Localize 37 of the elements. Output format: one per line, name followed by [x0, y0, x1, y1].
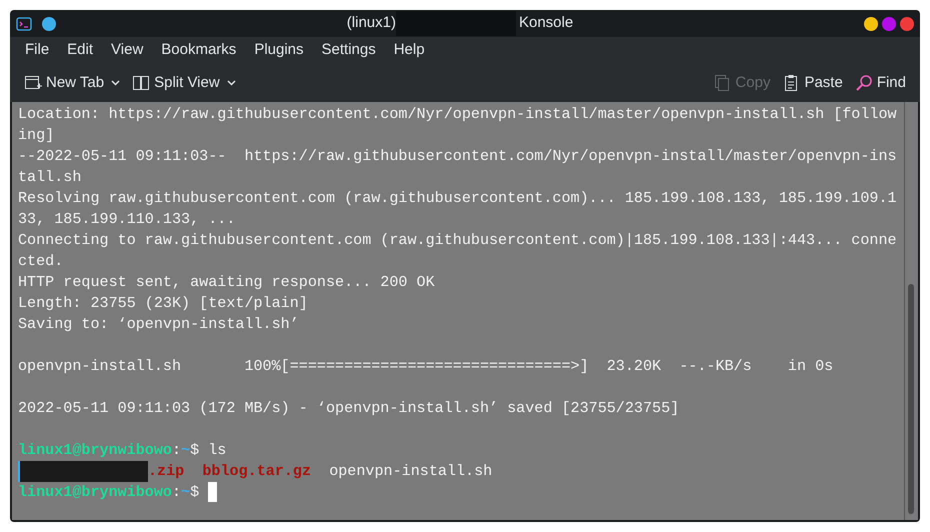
terminal-output-line: Location: https://raw.githubusercontent.com/Nyr/openvpn-install/master/openvpn-install.sh [follow: [18, 105, 897, 123]
toolbar-button[interactable]: Paste: [776, 70, 849, 96]
toolbar-button[interactable]: New Tab: [18, 70, 126, 96]
file-name: .zip: [148, 462, 184, 480]
prompt-path: ~: [181, 441, 190, 459]
prompt-path: ~: [181, 483, 190, 501]
menu-item[interactable]: Help: [384, 39, 434, 62]
file-name: openvpn-install.sh: [329, 462, 492, 480]
menu-item[interactable]: View: [102, 39, 152, 62]
file-name: bblog.tar.gz: [202, 462, 312, 480]
toolbar-button[interactable]: Split View: [126, 70, 242, 96]
terminal-output-line: tall.sh: [18, 168, 82, 186]
menu-item[interactable]: Settings: [312, 39, 385, 62]
terminal-output-line: 33, 185.199.110.133, ...: [18, 210, 236, 228]
prompt-separator: :: [172, 441, 182, 459]
menu-item[interactable]: Plugins: [245, 39, 313, 62]
terminal-output-line: Resolving raw.githubusercontent.com (raw.githubusercontent.com)... 185.199.108.133, 185.199.109.1: [18, 189, 897, 207]
window-title: Konsole: [518, 13, 574, 34]
menu-item[interactable]: Bookmarks: [152, 39, 246, 62]
terminal-output-line: openvpn-install.sh 100%[===============================>] 23.20K --.-KB/s in 0s: [18, 357, 834, 375]
prompt-command: $ ls: [190, 441, 226, 459]
terminal-output-line: --2022-05-11 09:11:03-- https://raw.githubusercontent.com/Nyr/openvpn-install/master/openvpn-ins: [18, 147, 897, 165]
window-title: (linux1): [346, 13, 396, 34]
terminal-output-line: Length: 23755 (23K) [text/plain]: [18, 294, 308, 312]
terminal-output-line: ing]: [18, 126, 54, 144]
prompt-user-host: linux1@brynwibowo: [18, 483, 172, 501]
terminal-output-line: cted.: [18, 252, 64, 270]
prompt-user-host: linux1@brynwibowo: [18, 441, 172, 459]
prompt-command: $: [190, 483, 200, 501]
terminal-output-line: Connecting to raw.githubusercontent.com (raw.githubusercontent.com)|185.199.108.133|:443... conne: [18, 231, 897, 249]
menu-item[interactable]: Edit: [58, 39, 102, 62]
terminal-output-line: 2022-05-11 09:11:03 (172 MB/s) - ‘openvpn-install.sh’ saved [23755/23755]: [18, 399, 680, 417]
menu-item[interactable]: File: [16, 39, 58, 62]
prompt-separator: :: [172, 483, 182, 501]
terminal-output-line: Saving to: ‘openvpn-install.sh’: [18, 315, 299, 333]
terminal-output-line: HTTP request sent, awaiting response... 200 OK: [18, 273, 435, 291]
toolbar-button[interactable]: Find: [848, 70, 912, 96]
